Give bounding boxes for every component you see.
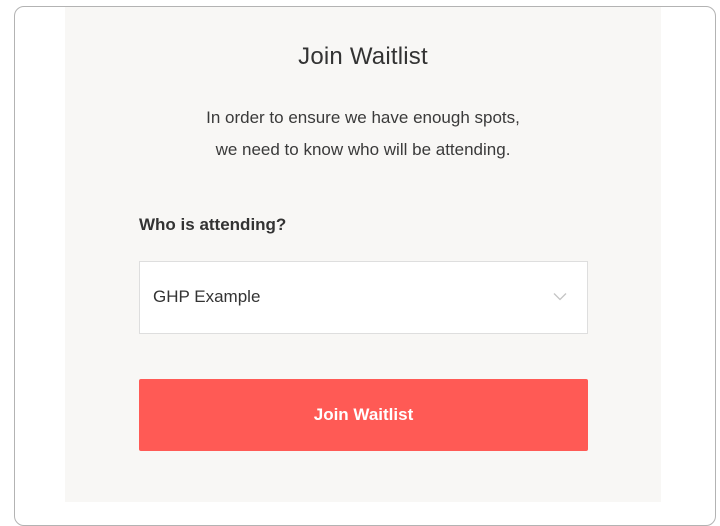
dialog-description-line-2: we need to know who will be attending. [215,140,511,159]
waitlist-dialog: Join Waitlist In order to ensure we have… [65,7,661,502]
attendee-select-value: GHP Example [153,287,261,306]
join-waitlist-button[interactable]: Join Waitlist [139,379,588,451]
attendee-select[interactable]: GHP Example [139,261,588,334]
dialog-description-line-1: In order to ensure we have enough spots, [206,108,520,127]
dialog-title: Join Waitlist [298,43,428,70]
dialog-description: In order to ensure we have enough spots,… [65,102,661,166]
chevron-down-icon [553,293,567,301]
attendee-question-label: Who is attending? [139,215,287,234]
